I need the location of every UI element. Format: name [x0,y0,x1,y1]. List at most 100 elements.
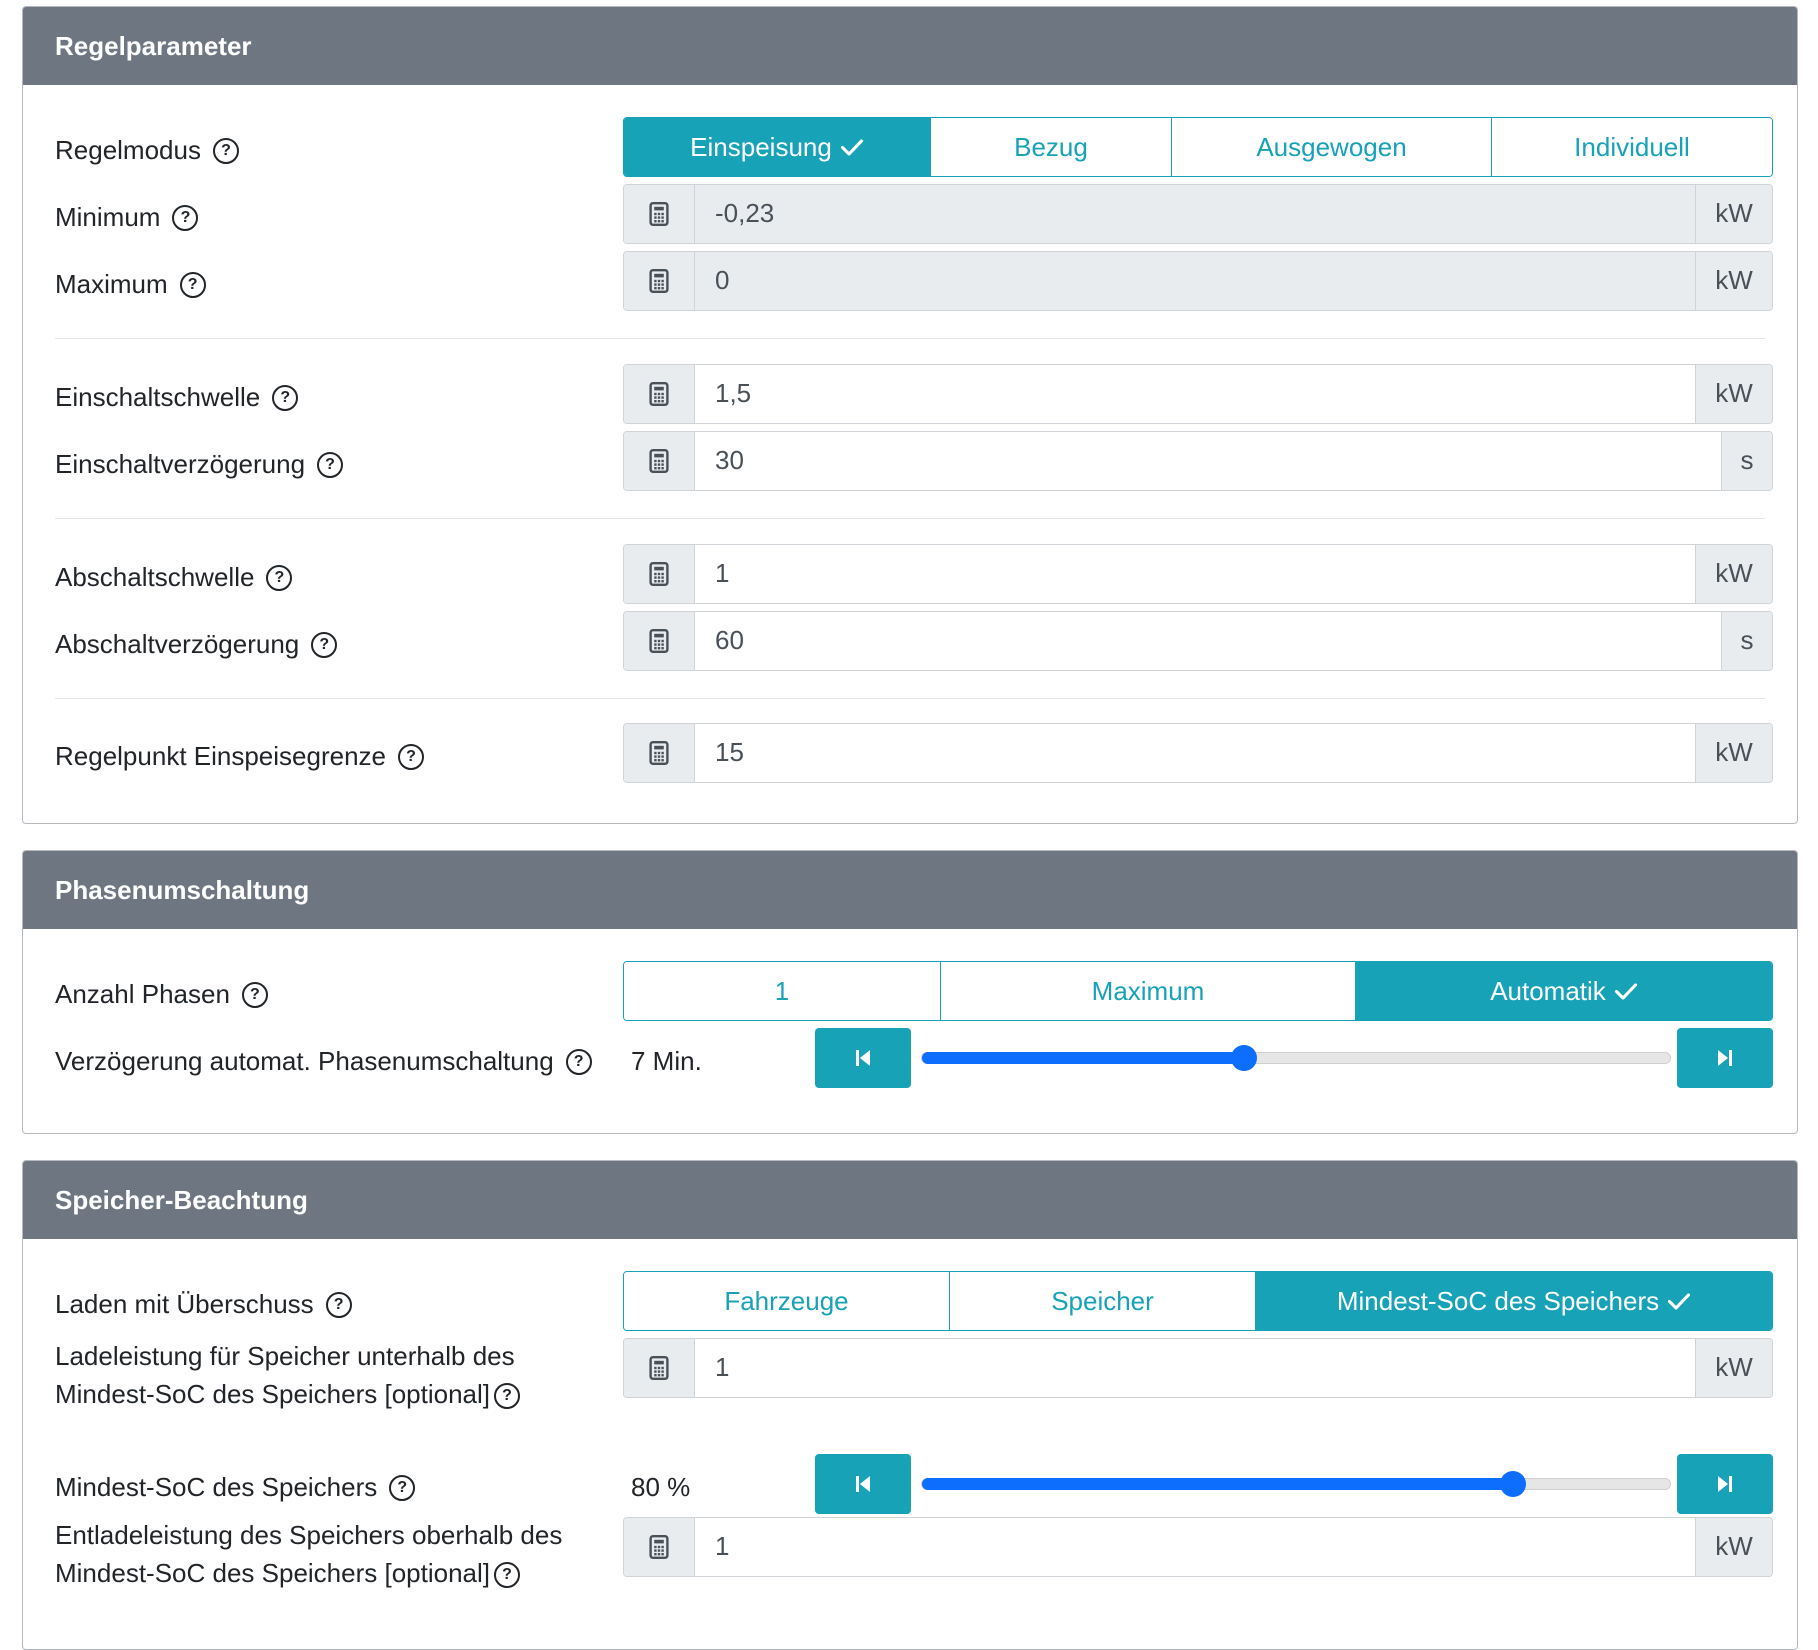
laden-option-fahrzeuge[interactable]: Fahrzeuge [624,1272,950,1330]
question-circle-icon[interactable]: ? [311,631,338,658]
question-circle-icon[interactable]: ? [565,1048,592,1075]
minimum-value: -0,23 [695,185,1695,243]
einschaltschwelle-input[interactable]: 1,5 kW [623,364,1773,424]
calculator-icon[interactable] [624,724,695,782]
minimum-input: -0,23 kW [623,184,1773,244]
einschaltverzoegerung-value[interactable]: 30 [695,432,1721,490]
regelpunkt-value[interactable]: 15 [695,724,1695,782]
abschaltschwelle-label: Abschaltschwelle ? [55,562,293,593]
ladeleistung-input[interactable]: 1 kW [623,1338,1773,1398]
check-icon [1614,982,1638,1001]
ladeleistung-value[interactable]: 1 [695,1339,1695,1397]
abschaltverzoegerung-input[interactable]: 60 s [623,611,1773,671]
laden-mit-ueberschuss-label: Laden mit Überschuss ? [55,1289,352,1320]
einschaltschwelle-value[interactable]: 1,5 [695,365,1695,423]
minimum-label: Minimum ? [55,202,199,233]
anzahl-phasen-option-maximum[interactable]: Maximum [941,962,1356,1020]
slider-fill [922,1052,1244,1064]
laden-mit-ueberschuss-selector: Fahrzeuge Speicher Mindest-SoC des Speic… [623,1271,1773,1331]
question-circle-icon[interactable]: ? [398,743,424,770]
regelpunkt-unit: kW [1695,724,1772,782]
maximum-label: Maximum ? [55,269,206,300]
ladeleistung-unit: kW [1695,1339,1772,1397]
question-circle-icon[interactable]: ? [494,1562,521,1589]
maximum-input: 0 kW [623,251,1773,311]
regelmodus-option-bezug[interactable]: Bezug [931,118,1172,176]
anzahl-phasen-label: Anzahl Phasen ? [55,979,268,1010]
calculator-icon[interactable] [624,612,695,670]
regelpunkt-input[interactable]: 15 kW [623,723,1773,783]
phasen-verzoegerung-decrease-button[interactable] [815,1028,911,1088]
abschaltschwelle-input[interactable]: 1 kW [623,544,1773,604]
einschaltverzoegerung-input[interactable]: 30 s [623,431,1773,491]
anzahl-phasen-option-1[interactable]: 1 [624,962,941,1020]
entladeleistung-value[interactable]: 1 [695,1518,1695,1576]
check-icon [1667,1292,1691,1311]
phasen-verzoegerung-value: 7 Min. [631,1046,702,1076]
check-icon [840,138,864,157]
question-circle-icon[interactable]: ? [241,981,268,1008]
regelmodus-option-individuell[interactable]: Individuell [1492,118,1772,176]
regelparameter-card: Regelparameter Regelmodus ? Einspeisung … [22,6,1798,824]
regelmodus-option-ausgewogen[interactable]: Ausgewogen [1172,118,1492,176]
speicher-beachtung-header: Speicher-Beachtung [23,1161,1797,1239]
mindest-soc-increase-button[interactable] [1677,1454,1773,1514]
question-circle-icon[interactable]: ? [172,204,199,231]
regelpunkt-label: Regelpunkt Einspeisegrenze ? [55,741,424,772]
anzahl-phasen-selector: 1 Maximum Automatik [623,961,1773,1021]
laden-option-mindest-soc[interactable]: Mindest-SoC des Speichers [1256,1272,1772,1330]
calculator-icon[interactable] [624,252,695,310]
calculator-icon[interactable] [624,545,695,603]
entladeleistung-input[interactable]: 1 kW [623,1517,1773,1577]
slider-thumb[interactable] [1230,1045,1257,1071]
divider [55,698,1765,699]
divider [55,338,1765,339]
phasenumschaltung-header: Phasenumschaltung [23,851,1797,929]
step-backward-icon [856,1476,870,1492]
abschaltverzoegerung-value[interactable]: 60 [695,612,1721,670]
phasenumschaltung-card: Phasenumschaltung Anzahl Phasen ? 1 Maxi… [22,850,1798,1134]
calculator-icon[interactable] [624,185,695,243]
anzahl-phasen-option-automatik[interactable]: Automatik [1356,962,1772,1020]
einschaltschwelle-label: Einschaltschwelle ? [55,382,299,413]
einschaltschwelle-unit: kW [1695,365,1772,423]
regelmodus-label: Regelmodus ? [55,135,239,166]
regelmodus-selector: Einspeisung Bezug Ausgewogen Individuell [623,117,1773,177]
abschaltschwelle-value[interactable]: 1 [695,545,1695,603]
einschaltverzoegerung-label: Einschaltverzögerung ? [55,449,344,480]
question-circle-icon[interactable]: ? [325,1291,352,1318]
regelmodus-option-einspeisung[interactable]: Einspeisung [624,118,931,176]
step-forward-icon [1718,1476,1732,1492]
mindest-soc-decrease-button[interactable] [815,1454,911,1514]
mindest-soc-value: 80 % [631,1472,691,1502]
phasen-verzoegerung-increase-button[interactable] [1677,1028,1773,1088]
calculator-icon[interactable] [624,432,695,490]
step-forward-icon [1718,1050,1732,1066]
step-backward-icon [856,1050,870,1066]
calculator-icon[interactable] [624,1518,695,1576]
question-circle-icon[interactable]: ? [266,564,293,591]
calculator-icon[interactable] [624,365,695,423]
question-circle-icon[interactable]: ? [389,1474,416,1501]
minimum-unit: kW [1695,185,1772,243]
einschaltverzoegerung-unit: s [1721,432,1772,490]
entladeleistung-label: Entladeleistung des Speichers oberhalb d… [55,1520,563,1589]
abschaltverzoegerung-unit: s [1721,612,1772,670]
phasen-verzoegerung-label: Verzögerung automat. Phasenumschaltung ? [55,1046,592,1077]
ladeleistung-label: Ladeleistung für Speicher unterhalb des … [55,1337,575,1413]
regelparameter-header: Regelparameter [23,7,1797,85]
speicher-beachtung-card: Speicher-Beachtung Laden mit Überschuss … [22,1160,1798,1650]
question-circle-icon[interactable]: ? [317,451,344,478]
entladeleistung-unit: kW [1695,1518,1772,1576]
slider-thumb[interactable] [1499,1471,1526,1497]
maximum-value: 0 [695,252,1695,310]
laden-option-speicher[interactable]: Speicher [950,1272,1256,1330]
question-circle-icon[interactable]: ? [179,271,206,298]
question-circle-icon[interactable]: ? [494,1383,521,1410]
mindest-soc-slider[interactable] [921,1471,1671,1497]
maximum-unit: kW [1695,252,1772,310]
question-circle-icon[interactable]: ? [272,384,299,411]
calculator-icon[interactable] [624,1339,695,1397]
question-circle-icon[interactable]: ? [212,137,239,164]
phasen-verzoegerung-slider[interactable] [921,1045,1671,1071]
